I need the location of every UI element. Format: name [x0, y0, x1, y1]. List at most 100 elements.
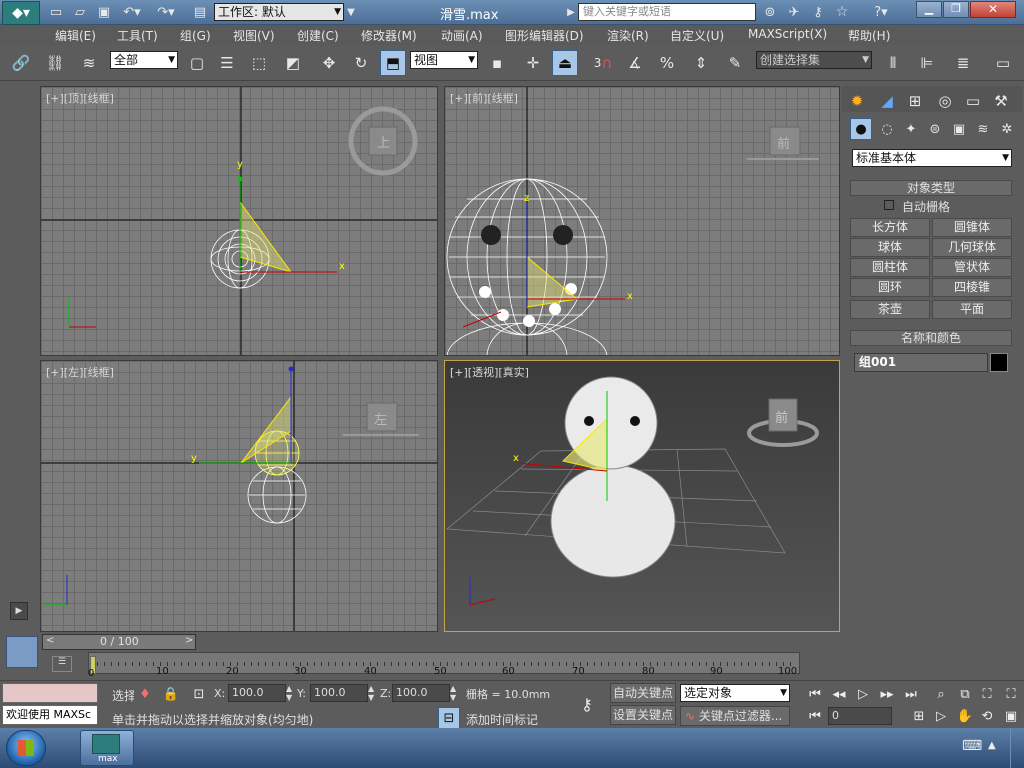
pivot-center-icon[interactable]: ▪ — [484, 50, 510, 76]
viewport-label[interactable]: [+][前][线框] — [450, 90, 518, 106]
display-tab-icon[interactable]: ▭ — [960, 88, 986, 114]
add-time-tag-button[interactable]: 添加时间标记 — [466, 711, 538, 728]
app-logo-icon[interactable]: ◆▾ — [2, 1, 40, 25]
key-filters-button[interactable]: ∿ 关键点过滤器... — [680, 706, 790, 726]
rectangular-selection-icon[interactable]: ⬚ — [246, 50, 272, 76]
close-button[interactable]: ✕ — [970, 1, 1016, 18]
select-manipulate-icon[interactable]: ✛ — [520, 50, 546, 76]
cameras-icon[interactable]: ⊜ — [924, 118, 946, 140]
viewcube-label[interactable]: 前 — [775, 407, 788, 426]
isolate-selection-icon[interactable]: ♦ — [134, 683, 156, 705]
create-tab-icon[interactable]: ✹ — [844, 88, 870, 114]
menu-item-edit[interactable]: 编辑(E) — [55, 27, 96, 44]
slider-prev-icon[interactable]: < — [46, 635, 54, 646]
orbit-icon[interactable]: ⟲ — [976, 705, 998, 727]
select-object-icon[interactable]: ▢ — [184, 50, 210, 76]
viewcube-label[interactable]: 左 — [374, 409, 387, 428]
favorites-star-icon[interactable]: ☆ — [832, 0, 852, 24]
z-coordinate-field[interactable]: 100.0 — [392, 684, 450, 702]
object-type-rollout-header[interactable]: 对象类型 — [850, 180, 1012, 196]
helpers-icon[interactable]: ▣ — [948, 118, 970, 140]
keyboard-shortcut-override-icon[interactable]: ⏏ — [552, 50, 578, 76]
menu-item-rendering[interactable]: 渲染(R) — [607, 27, 649, 44]
viewport-top[interactable]: [+][顶][线框] 上 y x — [40, 86, 438, 356]
maximize-button[interactable]: ❐ — [943, 1, 969, 18]
teapot-button[interactable]: 茶壶 — [850, 300, 930, 319]
search-input[interactable]: 键入关键字或短语 — [578, 3, 756, 21]
angle-snap-icon[interactable]: ∡ — [622, 50, 648, 76]
edit-named-selection-icon[interactable]: ✎ — [722, 50, 748, 76]
menu-item-graph-editors[interactable]: 图形编辑器(D) — [505, 27, 584, 44]
zoom-extents-icon[interactable]: ⛶ — [976, 683, 998, 705]
search-expand-icon[interactable]: ▶ — [564, 0, 578, 24]
hierarchy-tab-icon[interactable]: ⊞ — [902, 88, 928, 114]
viewport-label[interactable]: [+][左][线框] — [46, 364, 114, 380]
help-icon[interactable]: ?▾ — [866, 0, 896, 24]
field-of-view-icon[interactable]: ▷ — [930, 705, 952, 727]
shapes-icon[interactable]: ◌ — [876, 118, 898, 140]
play-icon[interactable]: ▷ — [852, 683, 874, 705]
box-button[interactable]: 长方体 — [850, 218, 930, 237]
y-coordinate-field[interactable]: 100.0 — [310, 684, 368, 702]
communication-center-icon[interactable]: ✈ — [784, 0, 804, 24]
project-folder-icon[interactable]: ▤ — [190, 0, 210, 24]
quick-access-menu-icon[interactable]: ▼ — [344, 0, 358, 24]
pan-icon[interactable]: ✋ — [954, 705, 976, 727]
select-by-name-icon[interactable]: ☰ — [214, 50, 240, 76]
workspace-dropdown[interactable]: 工作区: 默认 ▼ — [214, 3, 344, 21]
open-file-icon[interactable]: ▱ — [70, 0, 90, 24]
graphite-ribbon-icon[interactable]: ▭ — [990, 50, 1016, 76]
snaps-toggle-icon[interactable]: 3 ∩ — [590, 50, 616, 76]
object-color-swatch[interactable] — [990, 353, 1008, 372]
zoom-all-icon[interactable]: ⧉ — [954, 683, 976, 705]
selection-filter-dropdown[interactable]: 全部 ▼ — [110, 51, 178, 69]
rotate-icon[interactable]: ↻ — [348, 50, 374, 76]
maxscript-listener-white[interactable]: 欢迎使用 MAXSc — [2, 705, 98, 725]
tube-button[interactable]: 管状体 — [932, 258, 1012, 277]
menu-item-views[interactable]: 视图(V) — [233, 27, 275, 44]
slider-next-icon[interactable]: > — [185, 635, 193, 646]
tray-arrow-icon[interactable]: ▲ — [988, 740, 996, 751]
set-key-button[interactable]: 设置关键点 — [610, 705, 676, 725]
x-spinner-icon[interactable]: ▲ ▼ — [286, 684, 292, 702]
current-frame-field[interactable]: 0 — [828, 707, 892, 725]
zoom-extents-all-icon[interactable]: ⛶ — [1000, 683, 1022, 705]
autogrid-checkbox[interactable] — [884, 200, 894, 210]
keyboard-tray-icon[interactable]: ⌨ — [962, 738, 982, 754]
cylinder-button[interactable]: 圆柱体 — [850, 258, 930, 277]
viewcube-label[interactable]: 前 — [777, 133, 790, 152]
menu-item-help[interactable]: 帮助(H) — [848, 27, 890, 44]
lights-icon[interactable]: ✦ — [900, 118, 922, 140]
auto-key-button[interactable]: 自动关键点 — [610, 683, 676, 703]
viewport-perspective[interactable]: [+][透视][真实] 前 x — [444, 360, 840, 632]
link-icon[interactable]: 🔗 — [8, 50, 34, 76]
named-selection-set-dropdown[interactable]: 创建选择集 ▼ — [756, 51, 872, 69]
modify-tab-icon[interactable]: ◢ — [874, 88, 900, 114]
viewcube-label[interactable]: 上 — [377, 132, 390, 151]
key-icon[interactable]: ⚷ — [808, 0, 828, 24]
layer-manager-icon[interactable]: ≣ — [950, 50, 976, 76]
redo-icon[interactable]: ↷▾ — [152, 0, 180, 24]
viewport-front[interactable]: [+][前][线框] 前 z x — [444, 86, 840, 356]
show-desktop-button[interactable] — [1010, 728, 1024, 768]
move-icon[interactable]: ✥ — [316, 50, 342, 76]
curve-editor-icon[interactable]: ☰ — [52, 656, 72, 672]
undo-icon[interactable]: ↶▾ — [118, 0, 146, 24]
zoom-icon[interactable]: ⌕ — [930, 683, 952, 705]
set-key-icon[interactable]: ⚷ — [572, 693, 602, 715]
selection-key-dropdown[interactable]: 选定对象 ▼ — [680, 684, 790, 702]
x-coordinate-field[interactable]: 100.0 — [228, 684, 286, 702]
save-file-icon[interactable]: ▣ — [94, 0, 114, 24]
menu-item-create[interactable]: 创建(C) — [297, 27, 339, 44]
time-tag-icon[interactable]: ⊟ — [438, 707, 460, 729]
menu-item-animation[interactable]: 动画(A) — [441, 27, 483, 44]
key-mode-icon[interactable]: ⏮ — [804, 705, 826, 727]
menu-item-maxscript[interactable]: MAXScript(X) — [748, 27, 827, 41]
utilities-tab-icon[interactable]: ⚒ — [988, 88, 1014, 114]
viewport-left[interactable]: [+][左][线框] 左 y — [40, 360, 438, 632]
minimize-button[interactable]: ▁ — [916, 1, 942, 18]
sphere-button[interactable]: 球体 — [850, 238, 930, 257]
object-category-dropdown[interactable]: 标准基本体 ▼ — [852, 149, 1012, 167]
bind-space-warp-icon[interactable]: ≋ — [76, 50, 102, 76]
time-config-icon[interactable]: ⊞ — [908, 705, 930, 727]
